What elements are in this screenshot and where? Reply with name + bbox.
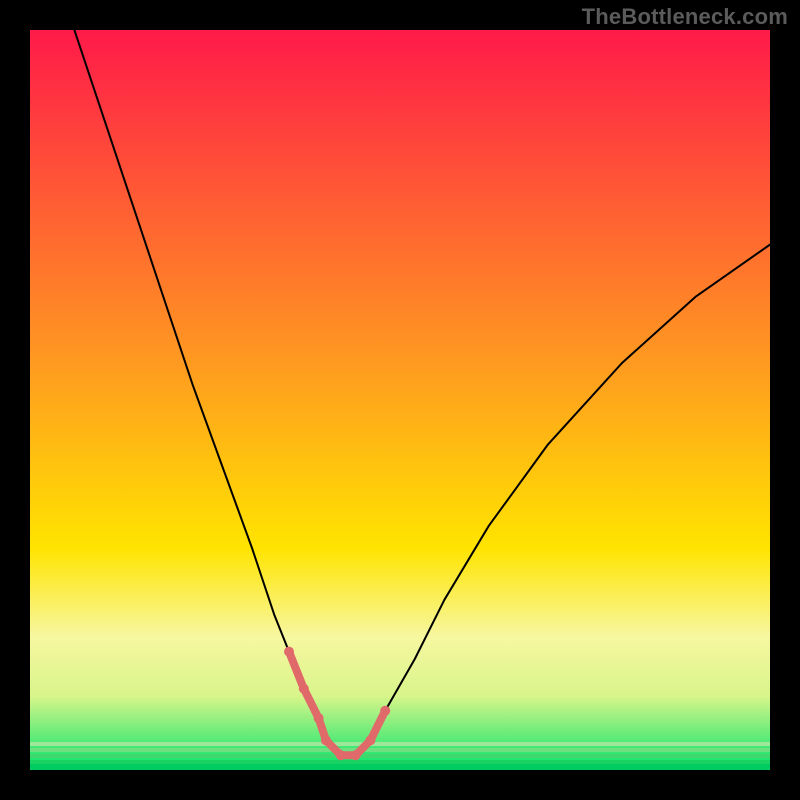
highlight-marker [314,713,324,723]
highlight-marker [351,750,361,760]
plot-area [30,30,770,770]
highlight-marker [380,706,390,716]
chart-frame: TheBottleneck.com [0,0,800,800]
highlight-marker [336,750,346,760]
watermark-text: TheBottleneck.com [582,4,788,30]
curve-layer [30,30,770,770]
highlight-marker [299,684,309,694]
bottleneck-curve [74,30,770,755]
highlight-marker [365,735,375,745]
highlight-marker [284,647,294,657]
highlight-marker [321,735,331,745]
